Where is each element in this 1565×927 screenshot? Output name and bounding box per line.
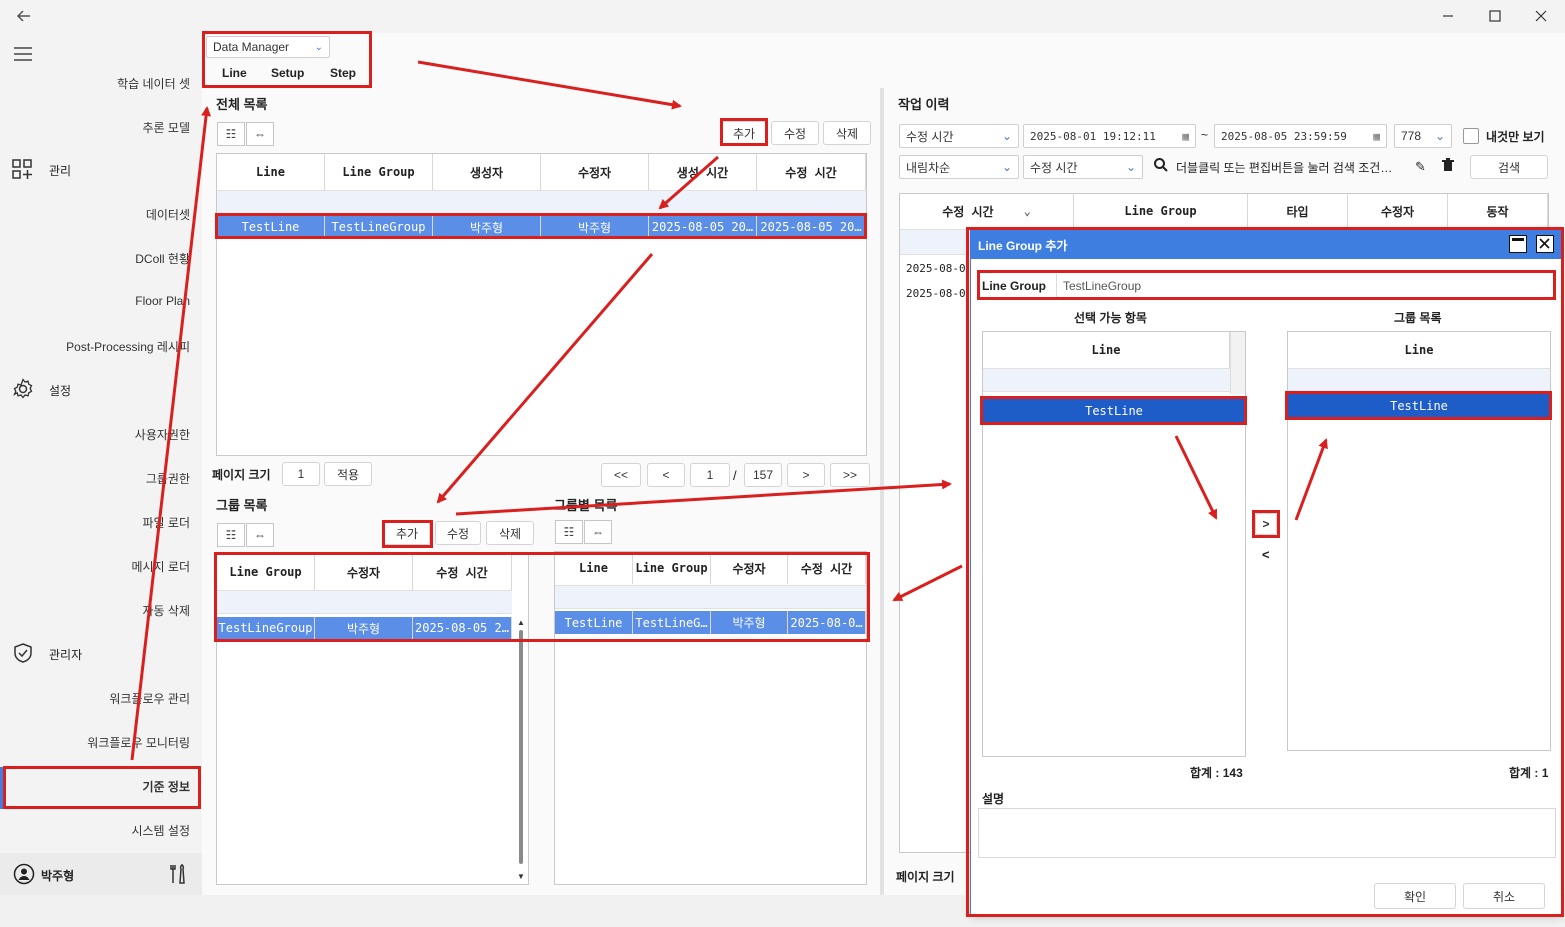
annotation-arrows — [130, 60, 1328, 761]
